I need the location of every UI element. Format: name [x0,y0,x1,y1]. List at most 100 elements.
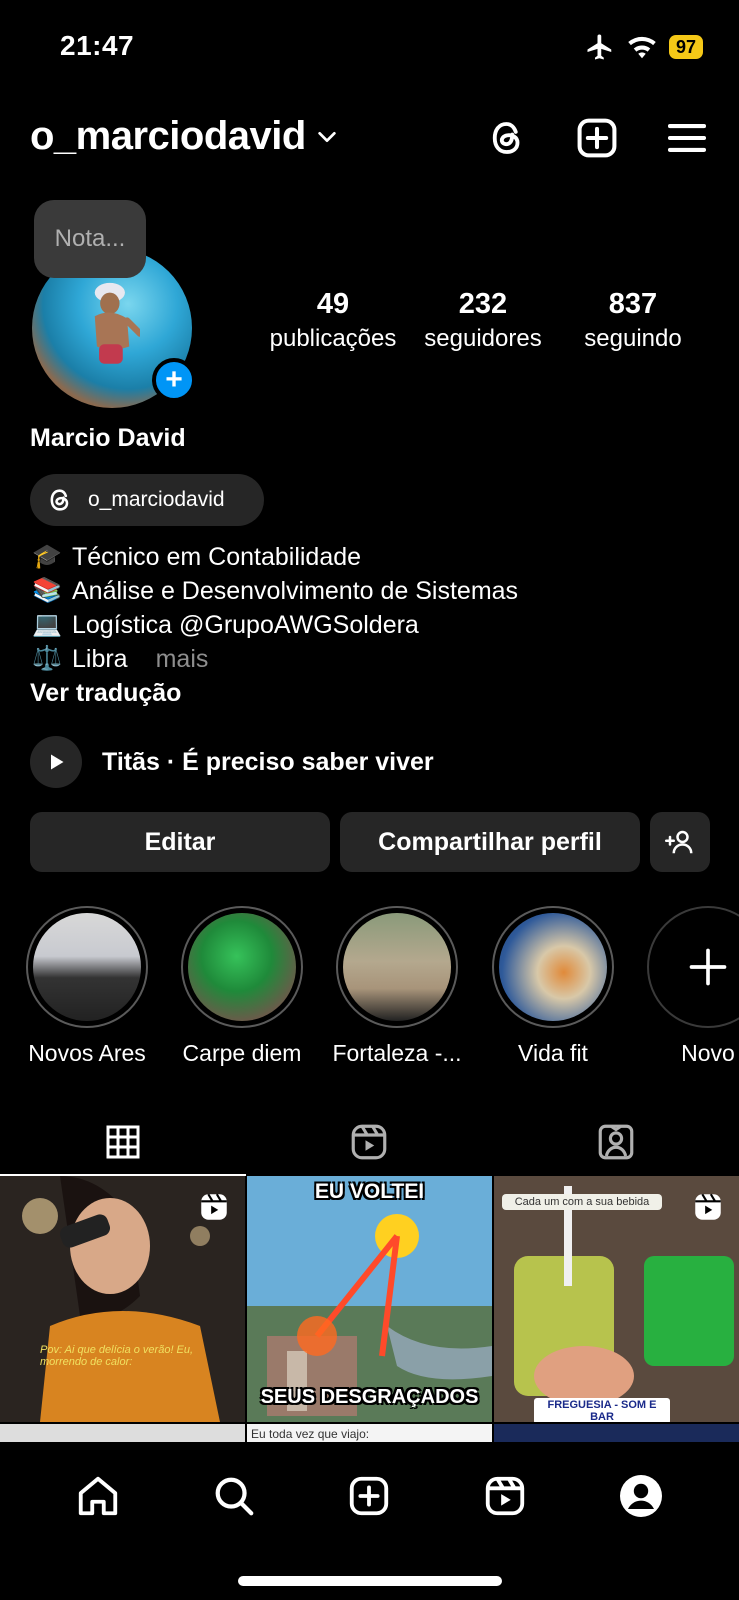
threads-icon [50,489,69,511]
see-translation-link[interactable]: Ver tradução [30,676,518,710]
books-icon: 📚 [32,577,62,604]
create-icon[interactable] [575,116,619,160]
bio-text: Logística @GrupoAWGSoldera [72,611,419,639]
highlight-item[interactable]: Fortaleza -... [327,906,467,1066]
highlight-item[interactable]: Novos Ares [17,906,157,1066]
profile-header: o_marciodavid [0,110,739,170]
highlight-item[interactable]: Vida fit [483,906,623,1066]
play-button[interactable] [30,736,82,788]
tab-reels[interactable] [246,1108,492,1176]
grid-post[interactable] [0,1424,245,1442]
avatar-person-image [94,282,140,364]
tagged-icon [598,1124,634,1160]
bio-text: Técnico em Contabilidade [72,543,362,571]
add-person-icon [665,830,693,854]
wifi-icon [628,36,656,59]
reels-icon [486,1476,525,1516]
music-title: Titãs · É preciso saber viver [102,747,434,776]
stat-following[interactable]: 837 seguindo [558,288,708,353]
reel-badge-icon [695,1193,721,1220]
stat-posts-count: 49 [316,288,350,320]
bio-text: Libra [72,645,128,673]
stat-following-label: seguindo [584,325,682,352]
tab-tagged[interactable] [493,1108,739,1176]
search-icon [215,1477,254,1516]
threads-handle: o_marciodavid [88,488,225,511]
threads-icon[interactable] [485,116,529,160]
share-profile-button[interactable]: Compartilhar perfil [340,812,640,872]
status-time: 21:47 [60,30,135,61]
highlight-item[interactable]: Carpe diem [172,906,312,1066]
profile-tabs [0,1108,739,1176]
grid-post[interactable]: Pov: Ai que delícia o verão! Eu, morrend… [0,1176,245,1422]
post-caption: Cada um com a sua bebida [502,1194,662,1210]
laptop-icon: 💻 [32,611,62,638]
bio-line: ⚖️ Libra mais [30,642,518,676]
bio-more-link[interactable]: mais [156,642,209,676]
stat-posts[interactable]: 49 publicações [258,288,408,353]
plus-icon [689,948,727,986]
profile-stats: 49 publicações 232 seguidores 837 seguin… [258,288,708,353]
highlight-cover [188,913,296,1021]
grid-post[interactable] [494,1424,739,1442]
highlight-label: Novos Ares [28,1040,146,1066]
post-location: FREGUESIA - SOM E BAR [534,1398,670,1422]
post-top-text: EU VOLTEI [314,1180,425,1203]
edit-profile-button[interactable]: Editar [30,812,330,872]
graduation-cap-icon: 🎓 [32,543,62,570]
grid-post[interactable]: EU VOLTEI SEUS DESGRAÇADOS [247,1176,492,1422]
bio: 🎓 Técnico em Contabilidade 📚 Análise e D… [30,540,518,710]
stat-following-count: 837 [608,288,658,320]
profile-icon [620,1475,663,1517]
scales-icon: ⚖️ [32,645,62,672]
highlight-label: Fortaleza -... [332,1040,462,1066]
nav-create[interactable] [339,1466,399,1526]
nav-home[interactable] [68,1466,128,1526]
posts-grid: Pov: Ai que delícia o verão! Eu, morrend… [0,1176,739,1442]
add-story-button[interactable]: + [152,358,196,402]
bio-line: 📚 Análise e Desenvolvimento de Sistemas [30,574,518,608]
nav-search[interactable] [204,1466,264,1526]
highlight-cover [33,913,141,1021]
reels-icon [352,1124,387,1160]
account-switcher[interactable]: o_marciodavid [30,114,338,159]
discover-people-button[interactable] [650,812,710,872]
highlight-label: Vida fit [518,1040,588,1066]
post-caption: Pov: Ai que delícia o verão! Eu, morrend… [40,1344,194,1368]
home-icon [78,1476,118,1516]
grid-post[interactable]: Cada um com a sua bebida FREGUESIA - SOM… [494,1176,739,1422]
airplane-icon [587,34,612,60]
nav-reels[interactable] [475,1466,535,1526]
grid-post[interactable]: Eu toda vez que viajo: [247,1424,492,1442]
profile-music[interactable]: Titãs · É preciso saber viver [30,736,434,788]
profile-actions: Editar Compartilhar perfil [30,812,710,872]
highlight-label: Novo [681,1040,735,1066]
battery-icon: 97 [668,35,703,59]
bio-line: 💻 Logística @GrupoAWGSoldera [30,608,518,642]
note-bubble[interactable]: Nota... [34,200,146,278]
menu-icon[interactable] [665,116,709,160]
highlight-cover [499,913,607,1021]
nav-profile[interactable] [611,1466,671,1526]
home-indicator [238,1576,502,1586]
reel-badge-icon [201,1193,227,1220]
bio-line: 🎓 Técnico em Contabilidade [30,540,518,574]
play-icon [51,754,64,770]
stat-followers[interactable]: 232 seguidores [408,288,558,353]
status-icons: 97 [585,32,703,62]
username: o_marciodavid [30,114,306,158]
stat-followers-label: seguidores [424,325,542,352]
highlight-label: Carpe diem [182,1040,302,1066]
create-icon [350,1476,389,1516]
story-highlights: Novos Ares Carpe diem Fortaleza -... Vid… [0,906,739,1066]
highlight-cover [343,913,451,1021]
grid-icon [106,1125,140,1159]
bio-text: Análise e Desenvolvimento de Sistemas [72,577,519,605]
post-bottom-text: SEUS DESGRAÇADOS [260,1386,479,1408]
new-highlight-button[interactable]: Novo [638,906,739,1066]
threads-link[interactable]: o_marciodavid [30,474,264,526]
chevron-down-icon [318,131,336,142]
full-name: Marcio David [30,424,186,452]
bottom-navigation [0,1442,739,1600]
tab-posts[interactable] [0,1108,246,1176]
